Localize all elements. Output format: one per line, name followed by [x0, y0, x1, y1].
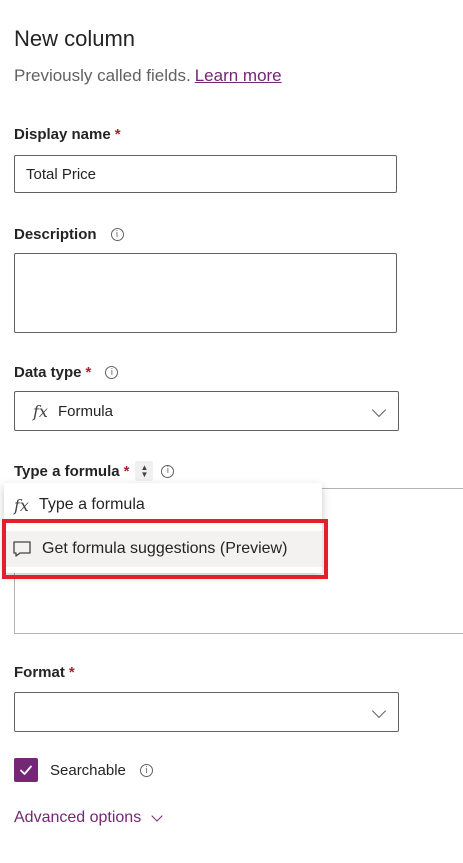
description-textarea[interactable]	[14, 253, 397, 333]
data-type-dropdown[interactable]: fx Formula	[14, 391, 399, 431]
required-marker: *	[114, 126, 121, 143]
display-name-label: Display name *	[14, 126, 121, 143]
advanced-options-toggle[interactable]: Advanced options	[14, 809, 163, 827]
required-marker: *	[123, 462, 130, 480]
info-icon[interactable]: i	[161, 464, 175, 478]
chevron-down-icon	[151, 810, 163, 822]
highlight-box	[2, 519, 328, 579]
formula-label-text: Type a formula	[14, 462, 120, 480]
data-type-value: Formula	[57, 402, 113, 420]
subtitle-text: Previously called fields.	[14, 66, 191, 85]
menu-item-type-formula[interactable]: fx Type a formula	[4, 487, 322, 523]
page-subtitle: Previously called fields. Learn more	[14, 66, 282, 86]
expand-collapse-icon[interactable]: ▲ ▼	[135, 461, 154, 481]
searchable-label-text: Searchable	[50, 762, 126, 779]
checkmark-icon	[20, 765, 32, 775]
formula-label: Type a formula * ▲ ▼ i	[14, 461, 175, 481]
advanced-options-label: Advanced options	[14, 809, 142, 826]
display-name-input[interactable]: Total Price	[14, 155, 397, 193]
data-type-label: Data type * i	[14, 364, 119, 381]
fx-icon: fx	[33, 401, 48, 421]
chevron-down-icon	[371, 703, 387, 719]
required-marker: *	[68, 664, 75, 681]
searchable-checkbox[interactable]	[14, 758, 38, 782]
data-type-label-text: Data type	[14, 364, 82, 381]
page-title: New column	[14, 26, 136, 51]
description-label-text: Description	[14, 226, 97, 243]
display-name-label-text: Display name	[14, 126, 111, 143]
info-icon[interactable]: i	[105, 366, 119, 379]
required-marker: *	[85, 364, 92, 381]
fx-icon: fx	[14, 495, 29, 515]
format-label: Format *	[14, 664, 75, 681]
learn-more-link[interactable]: Learn more	[195, 66, 282, 85]
description-label: Description i	[14, 226, 124, 243]
info-icon[interactable]: i	[139, 764, 153, 777]
info-icon[interactable]: i	[110, 228, 124, 241]
searchable-label: Searchable i	[50, 762, 153, 779]
chevron-down-icon	[371, 402, 387, 418]
menu-item-label: Type a formula	[38, 496, 145, 513]
format-dropdown[interactable]	[14, 692, 399, 732]
format-label-text: Format	[14, 664, 65, 681]
new-column-panel: New column Previously called fields. Lear…	[0, 0, 463, 863]
